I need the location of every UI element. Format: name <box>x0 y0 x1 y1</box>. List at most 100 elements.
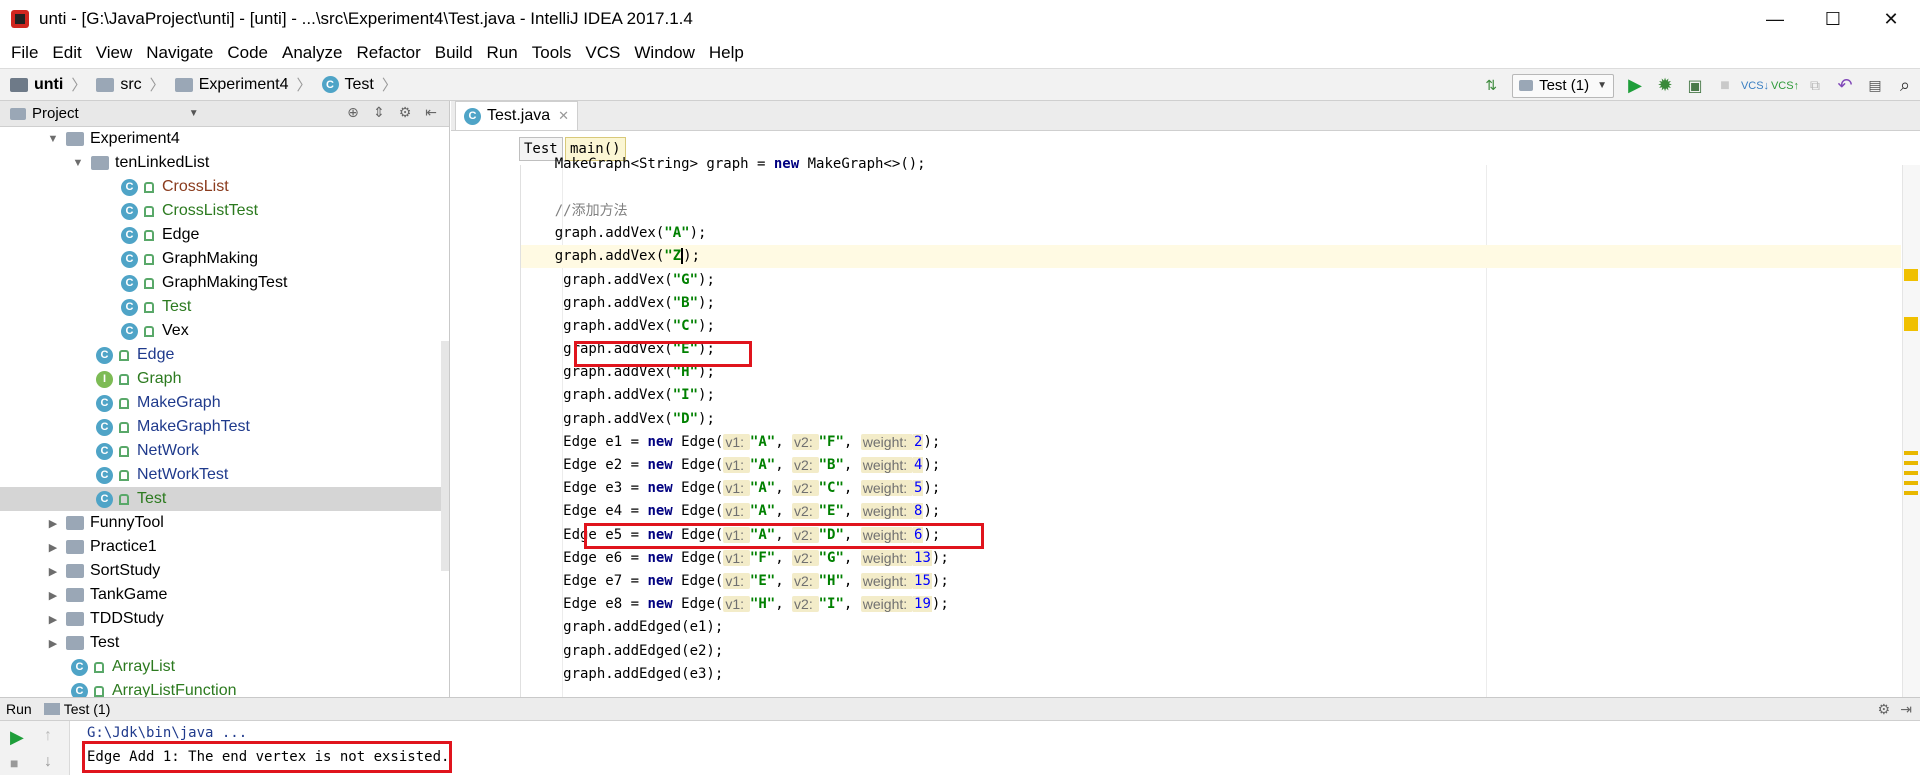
warning-marker[interactable] <box>1904 317 1918 331</box>
revert-icon[interactable]: ↶ <box>1834 75 1856 97</box>
usage-marker[interactable] <box>1904 471 1918 475</box>
expanded-arrow-icon[interactable]: ▼ <box>46 133 60 145</box>
code-line[interactable]: 18 graph.addVex("E"); <box>521 338 1901 361</box>
menu-file[interactable]: File <box>4 43 45 63</box>
gear-icon[interactable]: ⚙ <box>1877 701 1890 718</box>
code-line[interactable]: 23 Edge e2 = new Edge(v1: "A", v2: "B", … <box>521 453 1901 476</box>
code-line[interactable]: 12 //添加方法 <box>521 198 1901 221</box>
menu-refactor[interactable]: Refactor <box>349 43 427 63</box>
tree-class[interactable]: C NetWork <box>0 439 449 463</box>
coverage-icon[interactable]: ▣ <box>1684 75 1706 97</box>
run-console[interactable]: G:\Jdk\bin\java ... Edge Add 1: The end v… <box>71 721 1920 775</box>
compare-icon[interactable]: ⧉ <box>1804 75 1826 97</box>
chevron-down-icon[interactable]: ▼ <box>189 108 199 119</box>
code-line[interactable]: 20 graph.addVex("I"); <box>521 384 1901 407</box>
menu-code[interactable]: Code <box>220 43 275 63</box>
collapse-all-icon[interactable]: ⇕ <box>369 104 389 121</box>
tree-class[interactable]: C MakeGraph <box>0 391 449 415</box>
down-arrow-icon[interactable]: ↓ <box>44 753 52 771</box>
close-tab-icon[interactable]: ✕ <box>558 108 569 124</box>
tree-class[interactable]: C Vex <box>0 319 449 343</box>
tree-class[interactable]: C NetWorkTest <box>0 463 449 487</box>
hide-panel-icon[interactable]: ⇥ <box>1900 701 1912 718</box>
tree-folder[interactable]: ▼ Experiment4 <box>0 127 449 151</box>
code-editor[interactable]: 10 MakeGraph<String> graph = new MakeGra… <box>521 152 1901 684</box>
tree-folder[interactable]: ▶ Practice1 <box>0 535 449 559</box>
menu-edit[interactable]: Edit <box>45 43 88 63</box>
gear-icon[interactable]: ⚙ <box>395 104 415 121</box>
tree-class[interactable]: C GraphMaking <box>0 247 449 271</box>
minimize-button[interactable]: — <box>1746 0 1804 38</box>
usage-marker[interactable] <box>1904 451 1918 455</box>
code-line[interactable]: 26 Edge e5 = new Edge(v1: "A", v2: "D", … <box>521 523 1901 546</box>
warning-marker[interactable] <box>1904 269 1918 281</box>
menu-tools[interactable]: Tools <box>525 43 579 63</box>
tree-folder[interactable]: ▶ SortStudy <box>0 559 449 583</box>
usage-marker[interactable] <box>1904 491 1918 495</box>
code-line[interactable]: 19 graph.addVex("H"); <box>521 361 1901 384</box>
collapsed-arrow-icon[interactable]: ▶ <box>46 637 60 650</box>
rerun-icon[interactable]: ▶ <box>10 727 24 748</box>
code-line[interactable]: 11 <box>521 175 1901 198</box>
collapsed-arrow-icon[interactable]: ▶ <box>46 541 60 554</box>
project-structure-icon[interactable]: ▤ <box>1864 75 1886 97</box>
code-line[interactable]: 29 Edge e8 = new Edge(v1: "H", v2: "I", … <box>521 593 1901 616</box>
tree-class[interactable]: C GraphMakingTest <box>0 271 449 295</box>
menu-view[interactable]: View <box>89 43 140 63</box>
vcs-commit-icon[interactable]: VCS↑ <box>1771 75 1799 97</box>
project-view-selector[interactable]: Project <box>32 105 79 122</box>
tree-class[interactable]: C Edge <box>0 223 449 247</box>
tab-test-java[interactable]: C Test.java ✕ <box>455 101 579 130</box>
search-icon[interactable]: ⌕ <box>1894 75 1916 97</box>
run-tab[interactable]: Test (1) <box>64 701 111 717</box>
code-line[interactable]: 16 graph.addVex("B"); <box>521 291 1901 314</box>
tree-folder[interactable]: ▶ TDDStudy <box>0 607 449 631</box>
menu-build[interactable]: Build <box>428 43 480 63</box>
tree-class[interactable]: C CrossList <box>0 175 449 199</box>
tree-class[interactable]: I Graph <box>0 367 449 391</box>
hide-panel-icon[interactable]: ⇤ <box>421 104 441 121</box>
code-line[interactable]: 21 graph.addVex("D"); <box>521 407 1901 430</box>
close-button[interactable]: ✕ <box>1862 0 1920 38</box>
tree-class[interactable]: C Edge <box>0 343 449 367</box>
tree-folder[interactable]: ▶ Test <box>0 631 449 655</box>
code-line[interactable]: 14 graph.addVex("Z); <box>521 244 1901 268</box>
usage-marker[interactable] <box>1904 481 1918 485</box>
menu-run[interactable]: Run <box>480 43 525 63</box>
collapsed-arrow-icon[interactable]: ▶ <box>46 565 60 578</box>
run-configuration-select[interactable]: Test (1) ▼ <box>1512 73 1614 98</box>
tree-folder[interactable]: ▶ TankGame <box>0 583 449 607</box>
tree-class[interactable]: C Test <box>0 295 449 319</box>
breadcrumb-project[interactable]: unti 〉 <box>10 74 86 95</box>
debug-icon[interactable]: ✹ <box>1654 75 1676 97</box>
project-scrollbar[interactable] <box>441 341 449 571</box>
sort-icon[interactable]: ⇅ <box>1480 75 1502 97</box>
collapsed-arrow-icon[interactable]: ▶ <box>46 517 60 530</box>
menu-help[interactable]: Help <box>702 43 751 63</box>
code-line[interactable]: 15 graph.addVex("G"); <box>521 268 1901 291</box>
code-line[interactable]: 13 graph.addVex("A"); <box>521 222 1901 245</box>
code-line[interactable]: 17 graph.addVex("C"); <box>521 314 1901 337</box>
collapsed-arrow-icon[interactable]: ▶ <box>46 589 60 602</box>
menu-window[interactable]: Window <box>627 43 701 63</box>
run-icon[interactable]: ▶ <box>1624 75 1646 97</box>
locate-icon[interactable]: ⊕ <box>343 104 363 121</box>
usage-marker[interactable] <box>1904 461 1918 465</box>
code-line[interactable]: 24 Edge e3 = new Edge(v1: "A", v2: "C", … <box>521 477 1901 500</box>
collapsed-arrow-icon[interactable]: ▶ <box>46 613 60 626</box>
editor-scrollbar[interactable] <box>1902 165 1920 697</box>
code-line[interactable]: 30 graph.addEdged(e1); <box>521 616 1901 639</box>
expanded-arrow-icon[interactable]: ▼ <box>71 157 85 169</box>
tree-class[interactable]: C ArrayListFunction <box>0 679 449 697</box>
menu-navigate[interactable]: Navigate <box>139 43 220 63</box>
maximize-button[interactable]: ☐ <box>1804 0 1862 38</box>
vcs-update-icon[interactable]: VCS↓ <box>1741 75 1769 97</box>
tree-folder[interactable]: ▼ tenLinkedList <box>0 151 449 175</box>
stop-icon[interactable]: ■ <box>10 755 18 771</box>
up-arrow-icon[interactable]: ↑ <box>44 727 52 745</box>
code-line[interactable]: 28 Edge e7 = new Edge(v1: "E", v2: "H", … <box>521 569 1901 592</box>
breadcrumb-src[interactable]: src 〉 <box>96 74 165 95</box>
code-line[interactable]: 32 graph.addEdged(e3); <box>521 662 1901 684</box>
stop-icon[interactable]: ■ <box>1714 75 1736 97</box>
tree-class[interactable]: C Test <box>0 487 449 511</box>
